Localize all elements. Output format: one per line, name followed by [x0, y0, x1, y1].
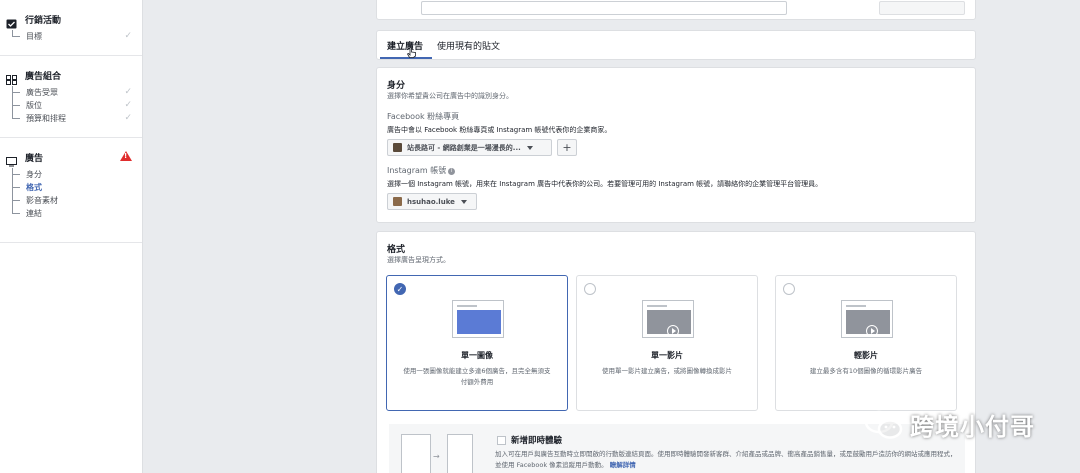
format-card-single-video[interactable]: 單一影片 使用單一影片建立廣告，或將圖像轉換成影片 [576, 275, 758, 411]
instagram-avatar [393, 197, 402, 206]
hand-cursor-icon [406, 47, 416, 61]
video-icon [642, 300, 694, 338]
instagram-account-value: hsuhao.luke [407, 197, 455, 206]
format-card-title: 輕影片 [854, 351, 878, 360]
sidebar-item-audience[interactable]: 廣告受眾 ✓ [12, 86, 142, 99]
add-page-button[interactable]: + [557, 139, 577, 156]
watermark-text: 跨境小付哥 [910, 413, 1035, 441]
ad-creation-tabs: 建立廣告 使用現有的貼文 [376, 30, 976, 60]
campaign-icon [6, 14, 17, 29]
sidebar-campaign-label: 行銷活動 [25, 15, 62, 26]
tab-create-ad[interactable]: 建立廣告 [387, 39, 423, 52]
sidebar-campaign-header[interactable]: 行銷活動 [0, 10, 142, 29]
sidebar-item-label: 連結 [26, 209, 42, 218]
selected-check-icon: ✓ [394, 283, 406, 295]
identity-panel: 身分 選擇你希望貴公司在廣告中的識別身分。 Facebook 粉絲專頁 廣告中會… [376, 67, 976, 223]
instagram-account-title-text: Instagram 帳號 [387, 166, 447, 175]
identity-description: 選擇你希望貴公司在廣告中的識別身分。 [387, 92, 513, 100]
instagram-account-description: 選擇一個 Instagram 帳號，用來在 Instagram 廣告中代表你的公… [387, 180, 823, 188]
sidebar-ad-label: 廣告 [25, 153, 44, 164]
single-image-icon [452, 300, 504, 338]
sidebar-item-label: 版位 [26, 101, 42, 110]
check-icon: ✓ [124, 87, 132, 97]
sidebar-ad-section: 廣告 身分 格式 影音素材 連結 [0, 138, 142, 243]
instant-experience-checkbox[interactable] [497, 436, 506, 445]
format-card-title: 單一影片 [651, 351, 683, 360]
radio-button [584, 283, 596, 295]
format-card-slideshow[interactable]: 輕影片 建立最多含有10個圖像的循環影片廣告 [775, 275, 957, 411]
sidebar-item-format[interactable]: 格式 [12, 181, 142, 194]
facebook-page-description: 廣告中會以 Facebook 粉絲專頁或 Instagram 帳號代表你的企業商… [387, 126, 612, 134]
top-panel-strip [376, 0, 976, 20]
instant-experience-title: 新增即時體驗 [511, 436, 563, 446]
check-icon: ✓ [124, 113, 132, 123]
learn-more-link[interactable]: 瞭解詳情 [610, 461, 636, 469]
chevron-down-icon [460, 199, 467, 204]
arrow-icon: → [433, 452, 440, 461]
sidebar-ad-items: 身分 格式 影音素材 連結 [12, 168, 142, 220]
top-action-button[interactable] [879, 1, 965, 15]
sidebar-item-label: 目標 [26, 32, 42, 41]
facebook-page-title: Facebook 粉絲專頁 [387, 112, 460, 121]
sidebar-ad-header[interactable]: 廣告 [0, 148, 142, 167]
phone-illustration-icon [401, 434, 431, 473]
wechat-icon [864, 409, 904, 441]
chevron-down-icon [526, 145, 533, 150]
sidebar-item-placements[interactable]: 版位 ✓ [12, 99, 142, 112]
sidebar-adset-section: 廣告組合 廣告受眾 ✓ 版位 ✓ 預算和排程 ✓ [0, 56, 142, 138]
info-icon[interactable]: i [448, 168, 456, 175]
sidebar-campaign-items: 目標 ✓ [12, 30, 142, 43]
radio-button [783, 283, 795, 295]
sidebar-item-links[interactable]: 連結 [12, 207, 142, 220]
watermark: 跨境小付哥 [864, 407, 1035, 442]
check-icon: ✓ [124, 31, 132, 41]
sidebar-adset-label: 廣告組合 [25, 71, 62, 82]
sidebar-item-identity[interactable]: 身分 [12, 168, 142, 181]
format-card-description: 使用一張圖像就能建立多達6個廣告，且完全無須支付額外費用 [403, 367, 551, 386]
check-icon: ✓ [124, 100, 132, 110]
instant-experience-text: 加入可在用戶與廣告互動時立即開啟的行動版連結頁面。使用即時體驗開發新客群、介紹產… [495, 450, 957, 469]
format-title: 格式 [387, 245, 406, 255]
facebook-page-dropdown[interactable]: 站長路可 - 網路創業是一場漫長的... [387, 139, 552, 156]
sidebar-adset-items: 廣告受眾 ✓ 版位 ✓ 預算和排程 ✓ [12, 86, 142, 125]
sidebar-campaign-section: 行銷活動 目標 ✓ [0, 0, 142, 56]
sidebar-item-label: 格式 [26, 183, 42, 192]
facebook-page-value: 站長路可 - 網路創業是一場漫長的... [407, 143, 521, 152]
slideshow-icon [841, 300, 893, 338]
sidebar-item-label: 預算和排程 [26, 114, 66, 123]
instagram-account-dropdown[interactable]: hsuhao.luke [387, 193, 477, 210]
tab-use-existing-post[interactable]: 使用現有的貼文 [437, 39, 500, 52]
format-card-description: 使用單一影片建立廣告，或將圖像轉換成影片 [602, 367, 732, 375]
sidebar-item-label: 廣告受眾 [26, 88, 58, 97]
format-card-single-image[interactable]: ✓ 單一圖像 使用一張圖像就能建立多達6個廣告，且完全無須支付額外費用 [386, 275, 568, 411]
top-input-field[interactable] [421, 1, 787, 15]
adset-grid-icon [6, 70, 17, 85]
instant-experience-description: 加入可在用戶與廣告互動時立即開啟的行動版連結頁面。使用即時體驗開發新客群、介紹產… [495, 449, 960, 471]
sidebar-item-label: 影音素材 [26, 196, 58, 205]
ad-monitor-icon [6, 152, 17, 167]
sidebar-item-media[interactable]: 影音素材 [12, 194, 142, 207]
identity-title: 身分 [387, 81, 406, 91]
instagram-account-title: Instagram 帳號 i [387, 165, 456, 176]
format-description: 選擇廣告呈現方式。 [387, 256, 450, 264]
sidebar: 行銷活動 目標 ✓ 廣告組合 廣告受眾 ✓ 版位 ✓ 預算和排程 ✓ 廣告 ! … [0, 0, 143, 473]
sidebar-adset-header[interactable]: 廣告組合 [0, 66, 142, 85]
phone-illustration-icon [447, 434, 473, 473]
warning-icon [120, 151, 132, 161]
format-card-title: 單一圖像 [461, 351, 493, 360]
active-tab-indicator [380, 57, 432, 59]
page-avatar [393, 143, 402, 152]
sidebar-item-budget[interactable]: 預算和排程 ✓ [12, 112, 142, 125]
sidebar-item-objective[interactable]: 目標 ✓ [12, 30, 142, 43]
format-card-description: 建立最多含有10個圖像的循環影片廣告 [809, 367, 923, 375]
sidebar-item-label: 身分 [26, 170, 42, 179]
